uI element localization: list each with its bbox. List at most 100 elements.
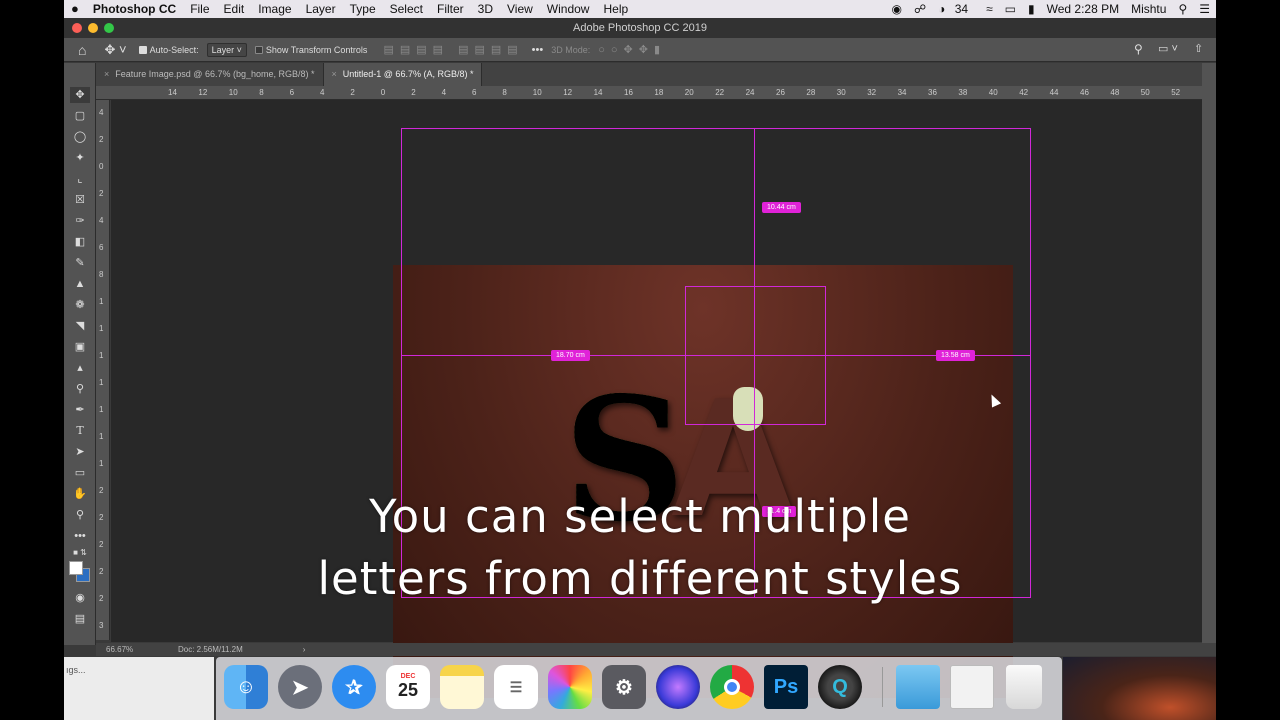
zoom-window-icon[interactable] — [104, 23, 114, 33]
launchpad-icon[interactable]: ➤ — [278, 665, 322, 709]
quick-select-tool-icon[interactable]: ✦ — [70, 150, 90, 166]
healing-brush-tool-icon[interactable]: ◧ — [70, 234, 90, 250]
ruler-h-label: 50 — [1140, 88, 1150, 97]
document-tabs: × Feature Image.psd @ 66.7% (bg_home, RGB… — [96, 63, 1216, 86]
menu-file[interactable]: File — [183, 0, 216, 18]
reminders-icon[interactable]: ☰ — [494, 665, 538, 709]
type-tool-icon[interactable]: T — [70, 423, 90, 439]
frame-tool-icon[interactable]: ☒ — [70, 192, 90, 208]
pen-tool-icon[interactable]: ✒ — [70, 402, 90, 418]
close-tab-icon[interactable]: × — [104, 69, 109, 79]
menu-help[interactable]: Help — [596, 0, 635, 18]
auto-select-value: Layer — [211, 44, 235, 55]
lasso-tool-icon[interactable]: ◯ — [70, 129, 90, 145]
spotlight-search-icon[interactable]: ⚲ — [1172, 0, 1193, 18]
crop-tool-icon[interactable]: ⌞ — [70, 171, 90, 187]
notification-center-icon[interactable]: ☰ — [1193, 0, 1216, 18]
photos-icon[interactable] — [548, 665, 592, 709]
caption-line-1: You can select multiple — [369, 490, 911, 543]
rectangle-tool-icon[interactable]: ▭ — [70, 465, 90, 481]
ruler-v-label: 1 — [99, 459, 104, 468]
user-name[interactable]: Mishtu — [1125, 0, 1172, 18]
move-tool-icon[interactable]: ✥ — [70, 87, 90, 103]
clock[interactable]: Wed 2:28 PM — [1041, 0, 1125, 18]
siri-icon[interactable] — [656, 665, 700, 709]
menu-layer[interactable]: Layer — [299, 0, 343, 18]
ruler-h-label: 8 — [502, 88, 507, 97]
menu-image[interactable]: Image — [251, 0, 298, 18]
menu-type[interactable]: Type — [343, 0, 383, 18]
horizontal-ruler[interactable]: 14 12 10 8 6 4 2 0 2 4 6 8 10 12 14 16 18 20 22 24 26 28 30 32 3… — [96, 86, 1216, 100]
close-tab-icon[interactable]: × — [332, 69, 337, 79]
menu-edit[interactable]: Edit — [217, 0, 252, 18]
screen-mode-icon[interactable]: ▤ — [70, 611, 90, 627]
zoom-level[interactable]: 66.67% — [106, 645, 178, 654]
photoshop-icon[interactable]: Ps — [764, 665, 808, 709]
ruler-h-label: 34 — [897, 88, 907, 97]
gradient-tool-icon[interactable]: ▣ — [70, 339, 90, 355]
move-tool-preset-icon[interactable]: ✥ ˅ — [104, 42, 126, 58]
dodge-tool-icon[interactable]: ⚲ — [70, 381, 90, 397]
calendar-icon[interactable]: DEC 25 — [386, 665, 430, 709]
status-menu-arrow-icon[interactable]: › — [303, 645, 306, 654]
search-icon[interactable]: ⚲ — [1134, 42, 1143, 56]
blur-tool-icon[interactable]: ▴ — [70, 360, 90, 376]
measure-left: 18.70 cm — [551, 350, 590, 361]
record-icon[interactable]: ◉ — [885, 0, 907, 18]
share-icon[interactable]: ⇧ — [1194, 42, 1203, 55]
creative-cloud-icon[interactable]: ☍ — [908, 0, 932, 18]
ruler-v-label: 2 — [99, 189, 104, 198]
safari-icon[interactable]: ✰ — [332, 665, 376, 709]
ruler-v-label: 3 — [99, 621, 104, 630]
menu-3d[interactable]: 3D — [471, 0, 500, 18]
tab-label: Feature Image.psd @ 66.7% (bg_home, RGB/… — [115, 69, 315, 79]
marquee-tool-icon[interactable]: ▢ — [70, 108, 90, 124]
tab-feature-image[interactable]: × Feature Image.psd @ 66.7% (bg_home, RGB… — [96, 63, 324, 86]
trash-icon[interactable] — [1006, 665, 1042, 709]
history-brush-tool-icon[interactable]: ❁ — [70, 297, 90, 313]
eraser-tool-icon[interactable]: ◥ — [70, 318, 90, 334]
ruler-h-label: 24 — [745, 88, 755, 97]
airplay-icon[interactable]: ▭ — [999, 0, 1022, 18]
notes-icon[interactable] — [440, 665, 484, 709]
auto-select-dropdown[interactable]: Layer ˅ — [206, 42, 247, 57]
transform-label: Show Transform Controls — [265, 44, 368, 55]
caption-line-2: letters from different styles — [317, 552, 963, 605]
chrome-icon[interactable] — [710, 665, 754, 709]
downloads-folder-icon[interactable] — [896, 665, 940, 709]
more-options-icon[interactable]: ••• — [532, 44, 544, 56]
dock: ☺ ➤ ✰ DEC 25 ☰ ⚙ Ps Q — [216, 657, 1062, 720]
ruler-h-label: 4 — [441, 88, 447, 97]
menu-view[interactable]: View — [500, 0, 540, 18]
apple-menu-icon[interactable]: ● — [64, 0, 86, 18]
foreground-color-swatch[interactable] — [69, 561, 83, 575]
menu-select[interactable]: Select — [383, 0, 430, 18]
home-icon[interactable]: ⌂ — [78, 42, 86, 58]
menu-window[interactable]: Window — [540, 0, 597, 18]
doc-size: Doc: 2.56M/11.2M — [178, 645, 243, 654]
quicktime-icon[interactable]: Q — [818, 665, 862, 709]
menu-filter[interactable]: Filter — [430, 0, 471, 18]
close-window-icon[interactable] — [72, 23, 82, 33]
clone-stamp-tool-icon[interactable]: ▲ — [70, 276, 90, 292]
battery-icon[interactable]: ▮ — [1022, 0, 1041, 18]
workspace-icon[interactable]: ▭ ˅ — [1158, 42, 1178, 55]
path-selection-tool-icon[interactable]: ➤ — [70, 444, 90, 460]
finder-icon[interactable]: ☺ — [224, 665, 268, 709]
minimize-window-icon[interactable] — [88, 23, 98, 33]
eyedropper-tool-icon[interactable]: ✑ — [70, 213, 90, 229]
3d-mode-icons[interactable]: ○○✥✥▮ — [598, 43, 666, 56]
align-icons[interactable]: ▤▤▤▤ ▤▤▤▤ — [383, 43, 523, 56]
fragment-text: ıgs... — [66, 665, 86, 675]
brush-tool-icon[interactable]: ✎ — [70, 255, 90, 271]
wifi-icon[interactable]: ≈ — [980, 0, 999, 18]
battery-percent-icon[interactable]: ◑ 34 — [932, 0, 980, 18]
transform-controls-checkbox[interactable]: Show Transform Controls — [254, 44, 368, 55]
tab-untitled-1[interactable]: × Untitled-1 @ 66.7% (A, RGB/8) * — [323, 63, 483, 86]
documents-stack-icon[interactable] — [950, 665, 994, 709]
dock-divider — [882, 667, 883, 707]
app-menu[interactable]: Photoshop CC — [86, 0, 183, 18]
ruler-h-label: 16 — [624, 88, 633, 97]
auto-select-checkbox[interactable]: Auto-Select: — [138, 45, 199, 55]
system-preferences-icon[interactable]: ⚙ — [602, 665, 646, 709]
